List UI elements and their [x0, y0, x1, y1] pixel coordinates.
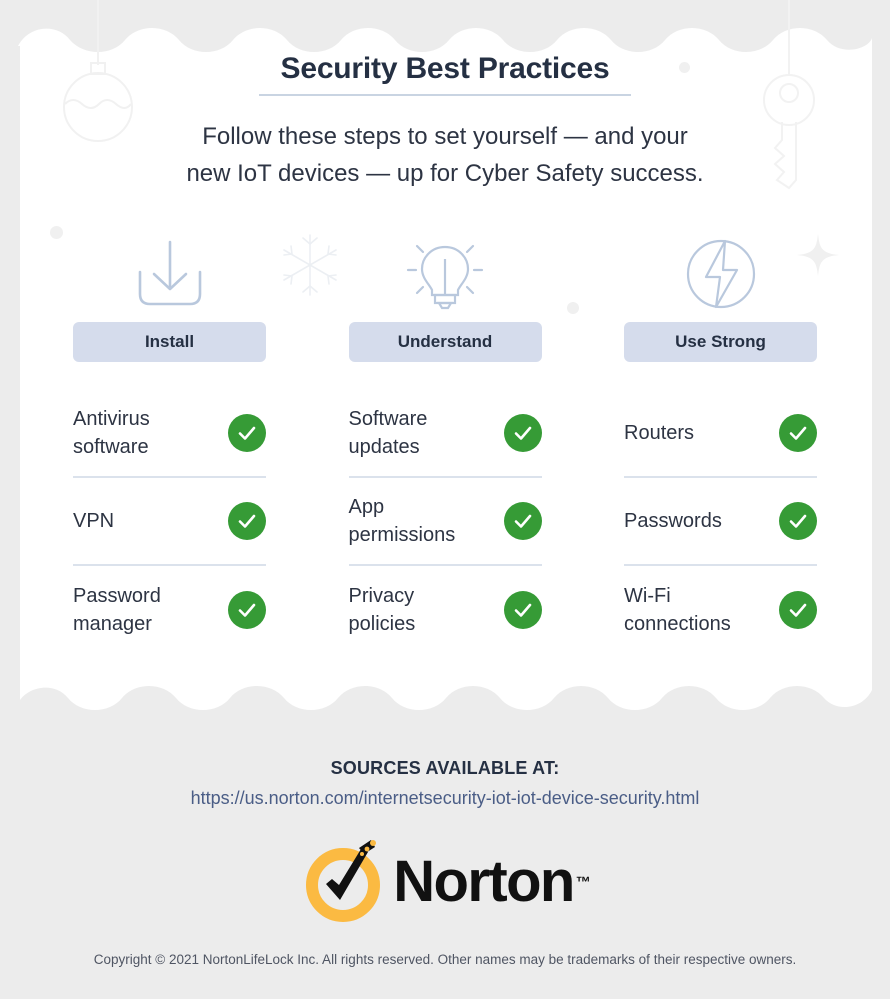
label-line-2: permissions [348, 524, 456, 546]
label-line-2: updates [348, 436, 420, 458]
practice-row: Antivirus software [73, 390, 266, 478]
practice-label: Wi-Fi connections [624, 582, 731, 638]
label-line-1: Antivirus [73, 408, 150, 430]
check-circle-icon [779, 502, 817, 540]
label-line-2: connections [624, 613, 731, 635]
check-circle-icon [503, 591, 542, 629]
copyright-text: Copyright © 2021 NortonLifeLock Inc. All… [93, 952, 797, 967]
checkmark-glyph [514, 514, 531, 528]
practice-label: App permissions [349, 493, 456, 549]
lightning-bolt-circle-icon [686, 239, 755, 309]
practice-row: Passwords [624, 478, 817, 566]
column-heading-install: Install [73, 322, 266, 362]
practice-label: Privacy policies [349, 582, 416, 638]
practice-label: Software updates [349, 405, 428, 461]
infographic-card: Security Best Practices Follow these ste… [0, 0, 890, 730]
practice-row: VPN [73, 478, 266, 566]
label-line-1: App [348, 496, 385, 518]
column-icon-wrap [624, 228, 817, 320]
sources-label: SOURCES AVAILABLE AT: [330, 758, 560, 778]
norton-checkmark-ring-icon [306, 840, 381, 922]
checkmark-glyph [789, 426, 807, 440]
checkmark-glyph [789, 603, 807, 617]
column-rows: Antivirus software VPN Password manager [73, 390, 266, 654]
column-install: Install Antivirus software VPN Password … [73, 228, 266, 654]
check-circle-icon [503, 414, 542, 452]
check-circle-icon [503, 502, 542, 540]
page-title: Security Best Practices [280, 52, 610, 85]
dot-left [50, 226, 63, 239]
column-heading-use-strong: Use Strong [624, 322, 817, 362]
label-line-2: software [73, 436, 149, 458]
practice-row: Routers [624, 390, 817, 478]
norton-logo: Norton ™ [0, 838, 890, 926]
lightbulb-icon [406, 244, 484, 310]
label-line-1: Wi-Fi [624, 585, 671, 607]
label-line-1: Software [348, 408, 428, 430]
checkmark-glyph [238, 514, 256, 528]
label-line-1: Passwords [624, 510, 722, 532]
checkmark-glyph [789, 514, 807, 528]
page-footer: SOURCES AVAILABLE AT: https://us.norton.… [0, 730, 890, 999]
label-line-1: VPN [73, 510, 115, 532]
column-understand: Understand Software updates App permissi… [348, 228, 542, 654]
checkmark-glyph [514, 426, 531, 440]
checkmark-glyph [514, 603, 531, 617]
practice-label: Routers [624, 419, 694, 447]
label-line-1: Privacy [348, 585, 415, 607]
practice-label: Antivirus software [73, 405, 150, 461]
practice-label: Password manager [73, 582, 161, 638]
practice-row: Wi-Fi connections [624, 566, 817, 654]
subtitle-line-2: new IoT devices — up for Cyber Safety su… [186, 160, 704, 187]
check-circle-icon [228, 502, 266, 540]
practice-columns: Install Antivirus software VPN Password … [73, 228, 817, 654]
checkmark-glyph [238, 603, 256, 617]
column-rows: Software updates App permissions Privacy… [348, 390, 542, 654]
label-line-1: Routers [624, 422, 695, 444]
practice-row: Privacy policies [349, 566, 542, 654]
label-line-2: policies [348, 613, 416, 635]
title-underline [259, 94, 631, 96]
practice-label: VPN [73, 507, 114, 535]
column-icon-wrap [349, 228, 542, 320]
check-circle-icon [228, 414, 266, 452]
checkmark-glyph [238, 426, 256, 440]
column-heading-understand: Understand [348, 322, 542, 362]
sources-url-link[interactable]: https://us.norton.com/internetsecurity-i… [0, 788, 890, 809]
check-circle-icon [779, 591, 817, 629]
download-tray-icon [138, 240, 201, 306]
label-line-2: manager [73, 613, 152, 635]
page-subtitle: Follow these steps to set yourself — and… [0, 118, 890, 192]
practice-row: App permissions [348, 478, 542, 566]
trademark-symbol: ™ [575, 873, 591, 891]
check-circle-icon [779, 414, 817, 452]
column-use-strong: Use Strong Routers Passwords Wi-Fi conne… [624, 228, 817, 654]
label-line-1: Password [73, 585, 161, 607]
subtitle-line-1: Follow these steps to set yourself — and… [202, 123, 688, 150]
column-rows: Routers Passwords Wi-Fi connections [624, 390, 817, 654]
practice-label: Passwords [624, 507, 722, 535]
practice-row: Password manager [73, 566, 266, 654]
check-circle-icon [228, 591, 266, 629]
column-icon-wrap [73, 228, 266, 320]
norton-wordmark: Norton [393, 849, 575, 914]
practice-row: Software updates [348, 390, 542, 478]
